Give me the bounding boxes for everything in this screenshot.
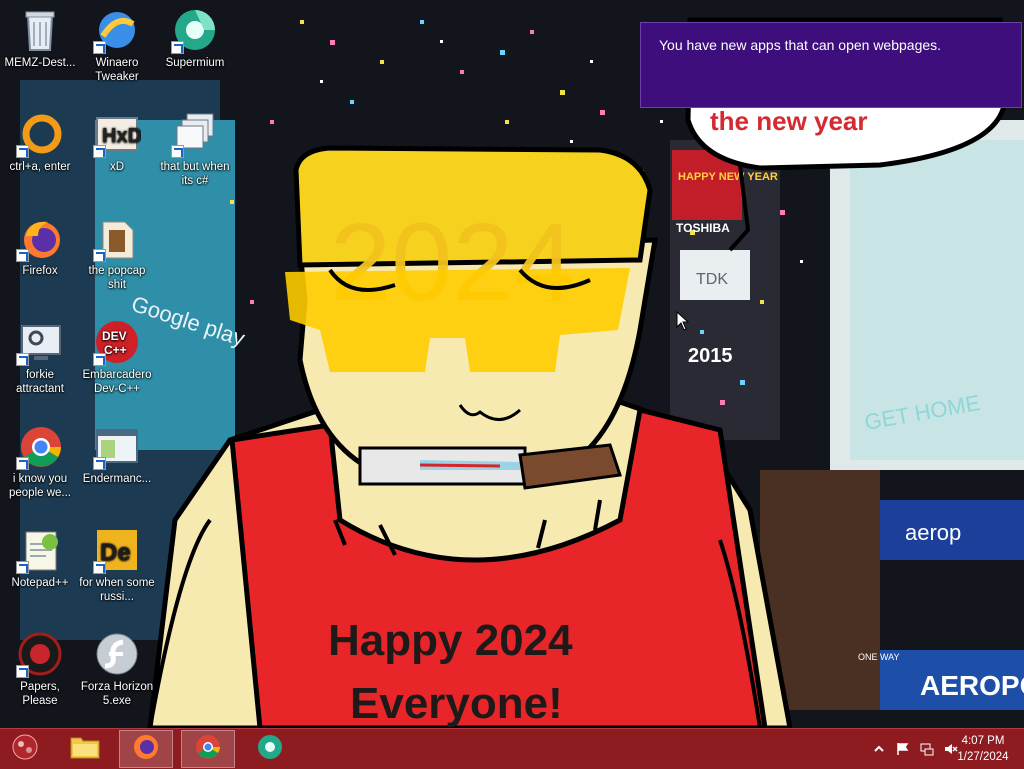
desktop-icon-forkie-attractant[interactable]: forkie attractant — [2, 312, 78, 408]
clock-time: 4:07 PM — [961, 735, 1005, 747]
desktop-icon-papers-please[interactable]: Papers, Please — [2, 624, 78, 720]
winaero-tweaker-icon — [93, 6, 141, 54]
sign-tdk: TDK — [696, 271, 728, 288]
desktop-icon-label: i know you people we... — [8, 473, 71, 499]
desktop-icon-notepad-plus-plus[interactable]: Notepad++ — [2, 520, 78, 616]
notification-text: You have new apps that can open webpages… — [659, 37, 942, 53]
shortcut-arrow-icon — [93, 457, 106, 470]
sign-happy-new-year: HAPPY NEW YEAR — [678, 171, 778, 183]
dev-cpp-icon: DEV C++ — [93, 318, 141, 366]
desktop-icon-endermanch[interactable]: Endermanc... — [79, 416, 155, 512]
enderman-window-icon — [93, 422, 141, 470]
hxd-icon: HxD — [93, 110, 142, 158]
taskbar-clock[interactable]: 4:07 PM 1/27/2024 — [952, 733, 1014, 765]
desktop-icon-for-when-some-russi[interactable]: De for when some russi... — [79, 520, 155, 616]
start-button[interactable] — [0, 730, 50, 768]
shortcut-arrow-icon — [16, 457, 29, 470]
taskbar: 4:07 PM 1/27/2024 — [0, 728, 1024, 769]
shortcut-arrow-icon — [93, 353, 106, 366]
desktop-icon-label: xD — [109, 161, 125, 173]
papers-please-icon — [16, 630, 64, 678]
desktop-icon-label: Papers, Please — [20, 681, 60, 707]
dependency-icon: De — [93, 526, 141, 574]
supermium-icon — [256, 733, 284, 766]
shortcut-arrow-icon — [16, 145, 29, 158]
desktop-icon-dev-cpp[interactable]: DEV C++ Embarcadero Dev-C++ — [79, 312, 155, 408]
sign-one-way: ONE WAY — [858, 652, 900, 662]
start-orb-icon — [10, 732, 40, 767]
desktop-icon-label: forkie attractant — [16, 369, 64, 395]
desktop-icon-xd[interactable]: HxD xD — [79, 104, 155, 200]
svg-text:DEV: DEV — [102, 329, 127, 343]
desktop-icon-that-but-when-its-csharp[interactable]: that but when its c# — [157, 104, 233, 200]
desktop-icon-winaero-tweaker[interactable]: Winaero Tweaker — [79, 0, 155, 96]
taskbar-supermium-button[interactable] — [243, 730, 297, 768]
network-icon[interactable] — [920, 742, 934, 756]
recycle-bin-icon — [16, 6, 64, 54]
desktop-icon-label: Endermanc... — [82, 473, 152, 485]
shortcut-arrow-icon — [171, 145, 184, 158]
sign-toshiba: TOSHIBA — [676, 221, 730, 235]
desktop-icon-label: Embarcadero Dev-C++ — [82, 369, 152, 395]
flash-icon — [93, 630, 141, 678]
shortcut-arrow-icon — [93, 145, 106, 158]
shortcut-arrow-icon — [16, 561, 29, 574]
svg-text:C++: C++ — [104, 343, 127, 357]
action-center-flag-icon[interactable] — [896, 742, 910, 756]
show-hidden-icons-chevron-icon[interactable] — [872, 742, 886, 756]
stacked-windows-icon — [171, 110, 219, 158]
file-explorer-icon — [70, 734, 100, 765]
supermium-icon — [171, 6, 219, 54]
desktop-icon-label: MEMZ-Dest... — [4, 57, 76, 69]
desktop-icon-supermium[interactable]: Supermium — [157, 0, 233, 96]
desktop-icon-memz[interactable]: MEMZ-Dest... — [2, 0, 78, 96]
desktop-icon-label: ctrl+a, enter — [9, 161, 71, 173]
desktop-icon-label: Notepad++ — [11, 577, 69, 589]
firefox-icon — [132, 733, 160, 766]
settings-monitor-icon — [16, 318, 64, 366]
desktop-icon-label: Winaero Tweaker — [95, 57, 139, 83]
shortcut-arrow-icon — [93, 561, 106, 574]
shortcut-arrow-icon — [16, 665, 29, 678]
chrome-icon — [194, 733, 222, 766]
speech-bubble-text: the new year — [710, 106, 868, 136]
desktop-icon-label: Forza Horizon 5.exe — [80, 681, 154, 707]
taskbar-chrome-button[interactable] — [181, 730, 235, 768]
taskbar-file-explorer-button[interactable] — [58, 730, 112, 768]
desktop-icon-firefox[interactable]: Firefox — [2, 208, 78, 304]
orange-ring-icon — [16, 110, 64, 158]
notepad-plus-plus-icon — [16, 526, 64, 574]
taskbar-firefox-button[interactable] — [119, 730, 173, 768]
shortcut-arrow-icon — [16, 353, 29, 366]
desktop-icon-popcap[interactable]: the popcap shit — [79, 208, 155, 304]
desktop-icon-label: for when some russi... — [79, 577, 155, 603]
shortcut-arrow-icon — [93, 249, 106, 262]
clock-date: 1/27/2024 — [957, 751, 1009, 763]
sign-aero: aerop — [905, 520, 961, 545]
desktop-icon-label: that but when its c# — [160, 161, 230, 187]
new-apps-notification[interactable]: You have new apps that can open webpages… — [640, 22, 1022, 108]
sign-2015: 2015 — [688, 345, 733, 367]
shortcut-arrow-icon — [16, 249, 29, 262]
shortcut-arrow-icon — [171, 41, 184, 54]
desktop-icon-ctrl-a-enter[interactable]: ctrl+a, enter — [2, 104, 78, 200]
shirt-text-line1: Happy 2024 — [328, 616, 573, 665]
desktop-icon-label: Supermium — [165, 57, 225, 69]
firefox-icon — [16, 214, 64, 262]
shirt-text-line2: Everyone! — [350, 679, 563, 728]
desktop-icon-label: Firefox — [22, 265, 58, 277]
desktop-icon-i-know-you-people[interactable]: i know you people we... — [2, 416, 78, 512]
shortcut-arrow-icon — [93, 41, 106, 54]
sign-aeropostale: AEROPOS — [920, 670, 1024, 701]
popcap-icon — [93, 214, 141, 262]
desktop-icon-label: the popcap shit — [88, 265, 146, 291]
desktop-icon-forza-horizon[interactable]: Forza Horizon 5.exe — [79, 624, 155, 720]
system-tray: 4:07 PM 1/27/2024 — [824, 729, 1024, 769]
mouse-cursor-icon — [676, 310, 690, 336]
svg-text:HxD: HxD — [102, 125, 141, 147]
chrome-icon — [16, 422, 64, 470]
